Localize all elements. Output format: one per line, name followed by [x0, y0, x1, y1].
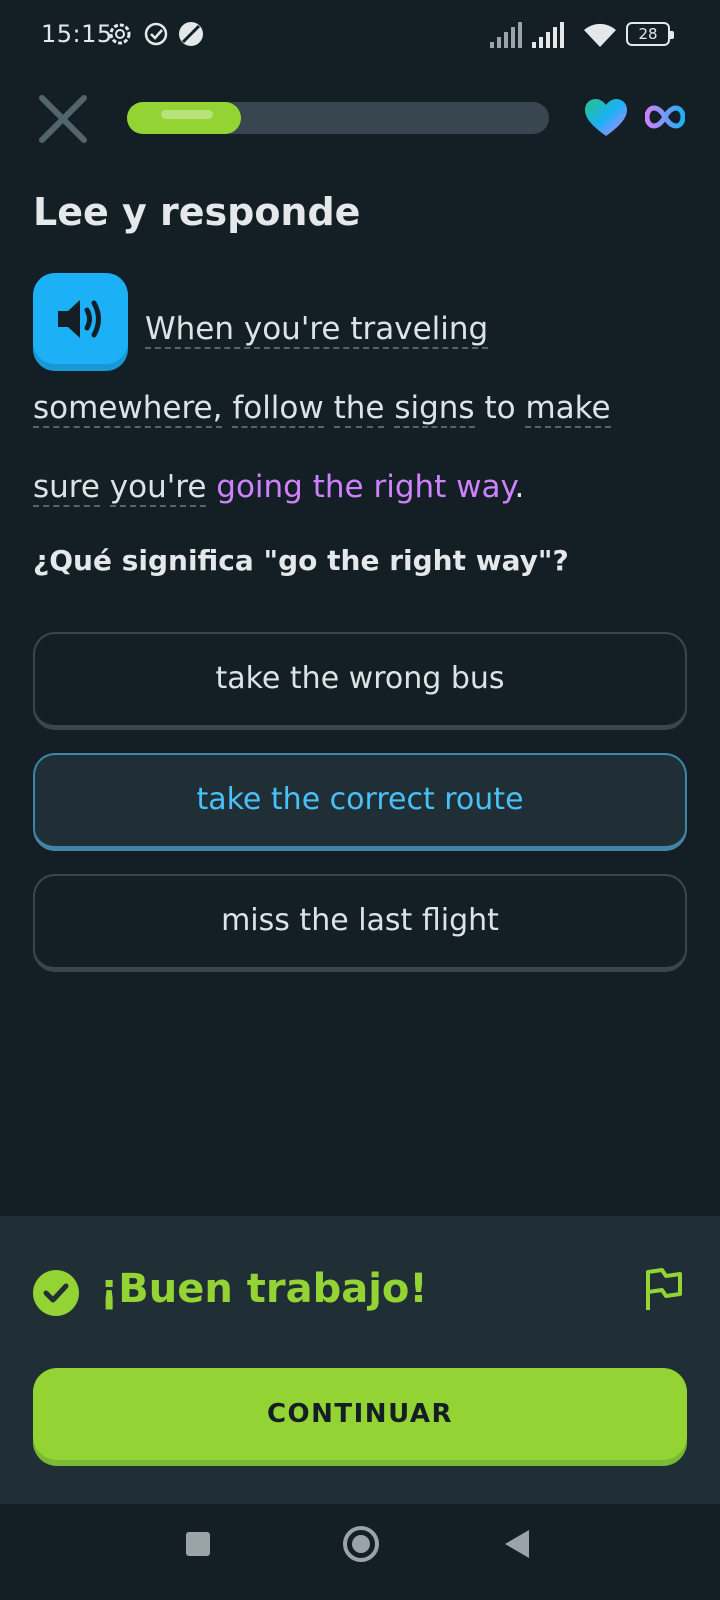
feedback-title: ¡Buen trabajo! [100, 1266, 428, 1312]
passage-word[interactable]: the [333, 390, 385, 428]
passage-word[interactable]: signs [394, 390, 475, 428]
passage-word[interactable]: follow [232, 390, 324, 428]
wifi-icon [584, 23, 616, 47]
question-text: ¿Qué significa "go the right way"? [33, 544, 569, 577]
highlighted-phrase: going [216, 469, 303, 505]
answer-option-label: take the correct route [196, 782, 524, 817]
continue-button[interactable]: CONTINUAR [33, 1368, 687, 1460]
infinity-icon[interactable] [645, 104, 685, 130]
status-time: 15:15 [41, 20, 113, 48]
signal-icon [532, 22, 564, 48]
passage-word[interactable]: sure [33, 469, 100, 507]
close-icon[interactable] [36, 92, 90, 146]
page-title: Lee y responde [33, 190, 361, 234]
check-icon [33, 1270, 79, 1316]
signal-icon [490, 22, 522, 48]
passage-period: . [514, 469, 525, 505]
highlighted-phrase: the right way [312, 469, 515, 505]
answer-option-3[interactable]: miss the last flight [33, 874, 687, 972]
answer-option-label: take the wrong bus [215, 661, 505, 696]
answer-option-1[interactable]: take the wrong bus [33, 632, 687, 730]
check-circle-icon [144, 22, 168, 46]
heart-icon[interactable] [584, 98, 628, 138]
battery-icon: 28 [626, 22, 674, 46]
answer-option-2-selected[interactable]: take the correct route [33, 753, 687, 851]
back-button[interactable] [505, 1530, 529, 1558]
gear-icon [109, 23, 131, 45]
flag-icon[interactable] [644, 1266, 684, 1312]
answer-option-label: miss the last flight [221, 903, 499, 938]
passage-text: When you're traveling somewhere, follow … [33, 290, 685, 527]
progress-shine [161, 110, 213, 119]
progress-bar [127, 102, 549, 134]
home-button[interactable] [343, 1526, 379, 1562]
status-bar: 15:15 28 [0, 0, 720, 70]
battery-level: 28 [638, 25, 658, 43]
feedback-panel: ¡Buen trabajo! CONTINUAR [0, 1216, 720, 1504]
system-nav-bar [0, 1504, 720, 1600]
passage-word: to [484, 390, 516, 426]
progress-fill [127, 102, 241, 134]
recent-apps-button[interactable] [186, 1532, 210, 1556]
dnd-icon [179, 22, 203, 46]
passage-word[interactable]: you're [109, 469, 207, 507]
passage-word[interactable]: make [525, 390, 611, 428]
